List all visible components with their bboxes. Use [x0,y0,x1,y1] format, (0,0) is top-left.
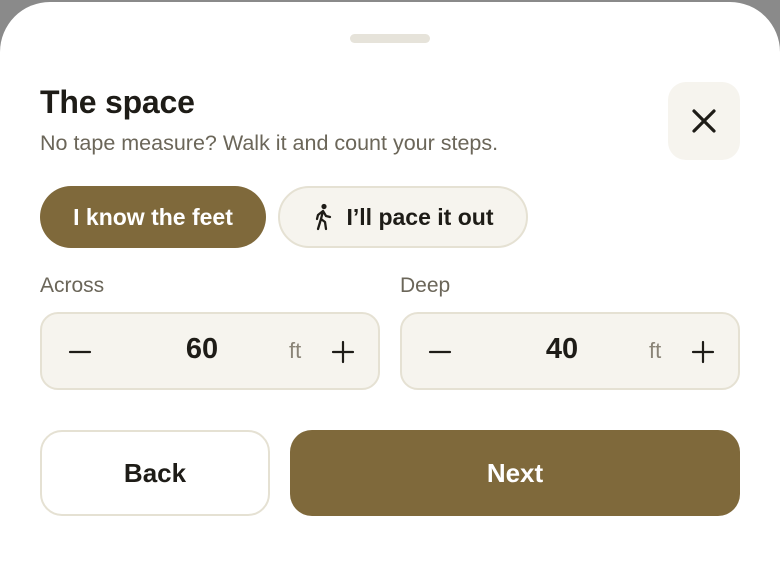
deep-label: Deep [400,274,451,297]
mode-option-label: I’ll pace it out [346,203,494,230]
sheet-title: The space [40,84,195,120]
mode-option-know-feet[interactable]: I know the feet [40,186,266,248]
deep-decrement-button[interactable] [420,332,460,372]
across-stepper: 60 ft [40,312,380,390]
across-decrement-button[interactable] [60,332,100,372]
deep-stepper: 40 ft [400,312,740,390]
sheet-subtitle: No tape measure? Walk it and count your … [40,131,499,155]
across-increment-button[interactable] [323,332,363,372]
next-button[interactable]: Next [290,430,740,516]
close-button[interactable] [668,82,740,160]
mode-option-pace-it-out[interactable]: I’ll pace it out [278,186,528,248]
minus-icon [68,350,92,354]
across-unit: ft [289,338,302,363]
plus-icon [691,340,715,364]
bottom-sheet: The space No tape measure? Walk it and c… [0,2,780,562]
minus-icon [428,350,452,354]
across-value[interactable]: 60 [152,333,252,366]
deep-increment-button[interactable] [683,332,723,372]
drag-handle[interactable] [350,34,430,43]
walking-person-icon [313,203,333,231]
back-button[interactable]: Back [40,430,270,516]
close-icon [692,109,716,133]
deep-value[interactable]: 40 [512,333,612,366]
mode-option-label: I know the feet [73,203,233,230]
deep-unit: ft [649,338,662,363]
across-label: Across [40,274,105,297]
plus-icon [331,340,355,364]
